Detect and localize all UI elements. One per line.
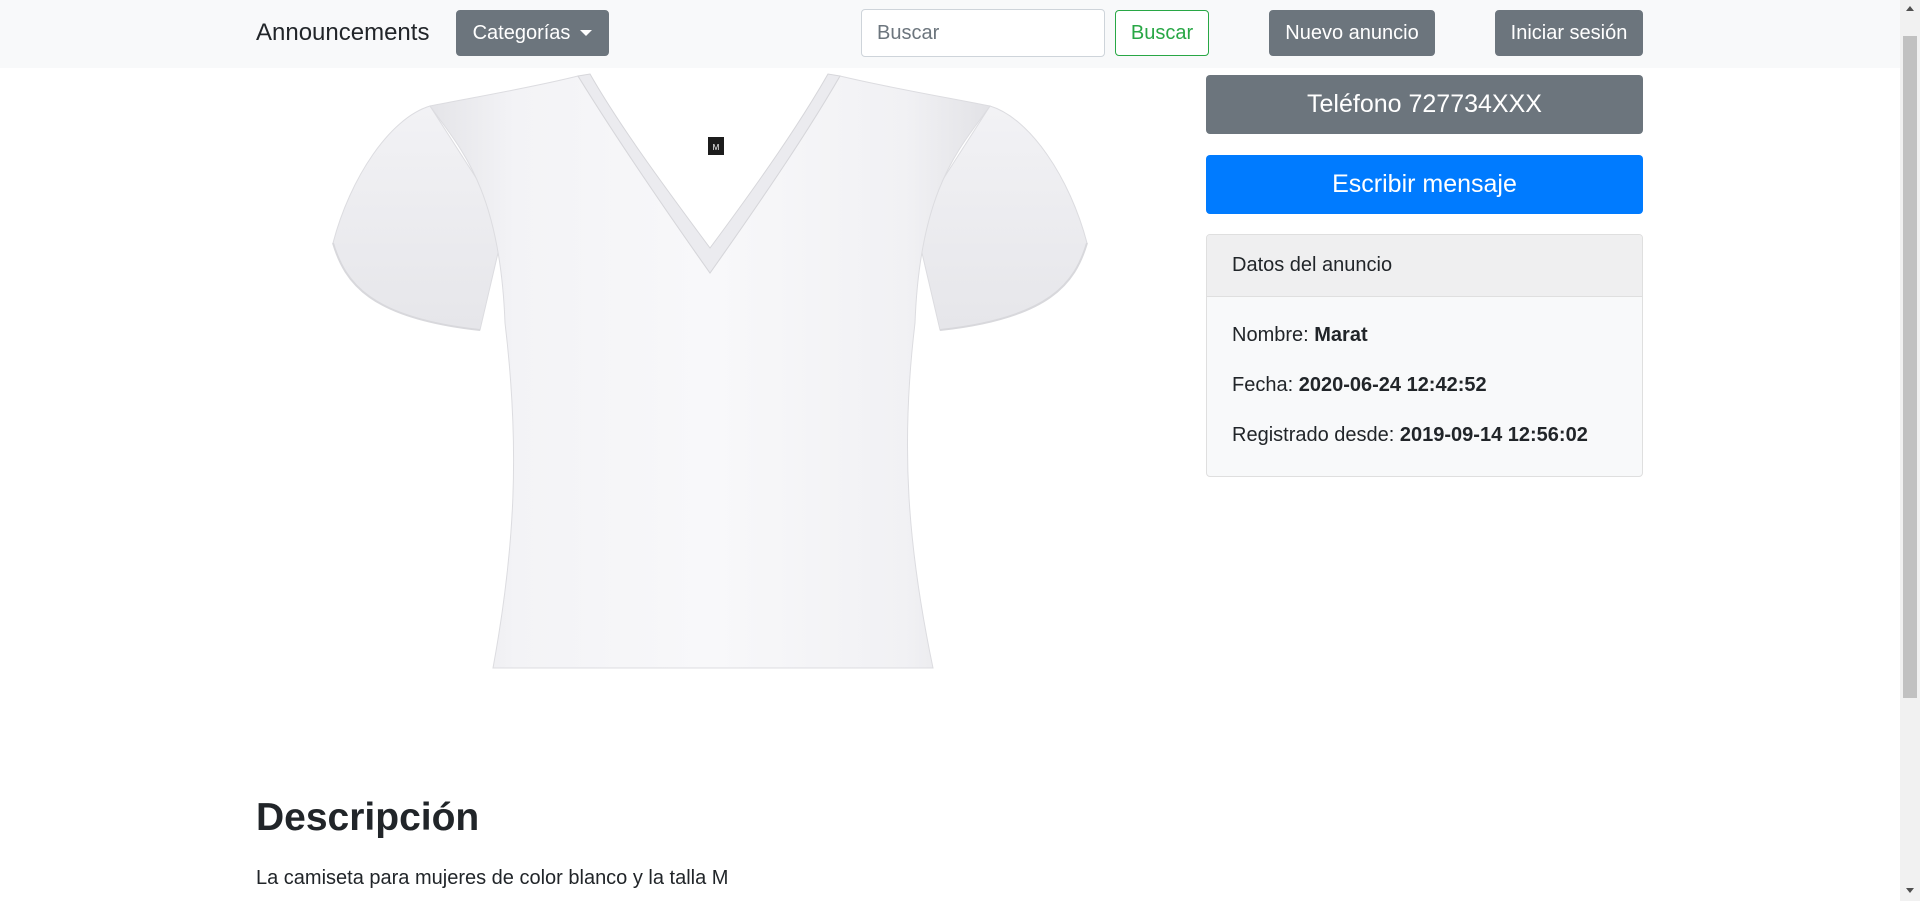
tshirt-icon: M	[332, 73, 1088, 669]
date-label: Fecha:	[1232, 374, 1299, 396]
date-row: Fecha: 2020-06-24 12:42:52	[1232, 373, 1617, 397]
description-title: Descripción	[256, 796, 480, 839]
size-tag-label: M	[713, 143, 720, 152]
categories-dropdown-button[interactable]: Categorías	[456, 10, 609, 56]
navbar: Announcements Categorías Buscar Nuevo an…	[0, 0, 1900, 68]
scroll-up-arrow-icon[interactable]	[1906, 6, 1914, 11]
date-value: 2020-06-24 12:42:52	[1298, 374, 1487, 396]
registered-value: 2019-09-14 12:56:02	[1399, 424, 1588, 446]
brand-link[interactable]: Announcements	[256, 18, 429, 48]
ad-details-card: Datos del anuncio Nombre: Marat Fecha: 2…	[1206, 234, 1643, 477]
registered-label: Registrado desde:	[1232, 424, 1400, 446]
ad-details-header: Datos del anuncio	[1207, 235, 1642, 297]
categories-label: Categorías	[472, 21, 571, 44]
description-text: La camiseta para mujeres de color blanco…	[256, 867, 729, 889]
new-ad-button[interactable]: Nuevo anuncio	[1269, 10, 1435, 56]
phone-button[interactable]: Teléfono 727734XXX	[1206, 75, 1643, 134]
ad-details-body: Nombre: Marat Fecha: 2020-06-24 12:42:52…	[1207, 297, 1642, 447]
login-button[interactable]: Iniciar sesión	[1495, 10, 1643, 56]
name-value: Marat	[1314, 324, 1368, 346]
write-message-button[interactable]: Escribir mensaje	[1206, 155, 1643, 214]
registered-row: Registrado desde: 2019-09-14 12:56:02	[1232, 423, 1617, 447]
search-button[interactable]: Buscar	[1115, 10, 1209, 56]
seller-name-row: Nombre: Marat	[1232, 323, 1617, 347]
product-image: M	[300, 68, 1120, 672]
scroll-down-arrow-icon[interactable]	[1906, 888, 1914, 893]
scrollbar[interactable]	[1900, 0, 1920, 901]
caret-down-icon	[580, 30, 593, 36]
name-label: Nombre:	[1232, 324, 1315, 346]
scrollbar-thumb[interactable]	[1903, 36, 1917, 698]
search-input[interactable]	[861, 9, 1105, 57]
